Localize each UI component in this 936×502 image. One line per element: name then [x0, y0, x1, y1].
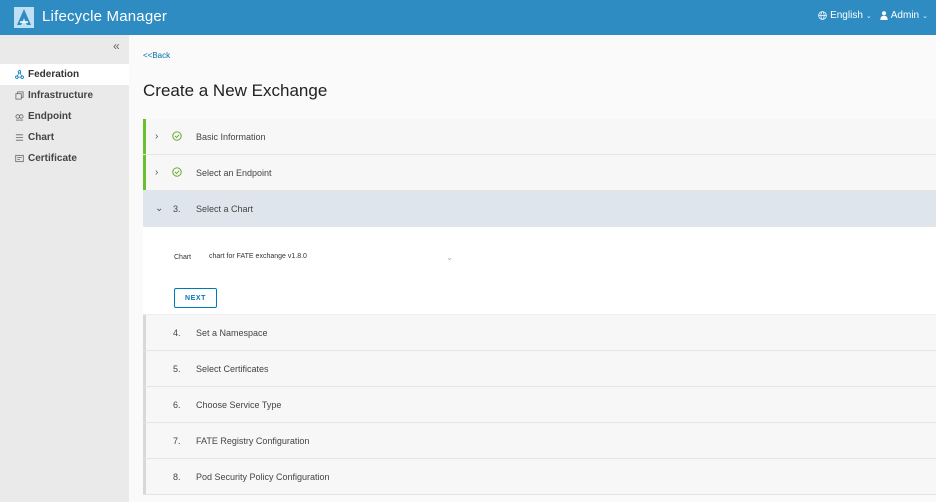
step-label: Choose Service Type — [196, 399, 282, 410]
endpoint-icon — [15, 114, 24, 121]
language-label: English — [830, 10, 863, 21]
step-label: Pod Security Policy Configuration — [196, 471, 330, 482]
chart-field-label: Chart — [174, 254, 192, 261]
sidebar-item-federation[interactable]: Federation — [0, 64, 129, 85]
step-status-bar — [143, 155, 146, 190]
step-select-endpoint[interactable]: › Select an Endpoint — [143, 155, 936, 191]
federation-icon — [15, 70, 24, 79]
app-header: Lifecycle Manager English ⌄ Admin ⌄ — [0, 0, 936, 35]
step-label: Select Certificates — [196, 363, 269, 374]
sidebar-item-label: Certificate — [28, 153, 77, 164]
sidebar: « Federation Infrastructure Endpoint Cha… — [0, 35, 129, 502]
app-title: Lifecycle Manager — [42, 8, 168, 25]
step-label: Basic Information — [196, 131, 266, 142]
chevron-down-icon: ⌄ — [922, 12, 928, 20]
step-fate-registry-configuration[interactable]: 7. FATE Registry Configuration — [143, 423, 936, 459]
certificate-icon — [15, 154, 24, 163]
step-status-bar — [143, 459, 146, 494]
back-link[interactable]: <<Back — [143, 51, 170, 60]
step-status-bar — [143, 351, 146, 386]
step-number: 8. — [173, 471, 181, 482]
sidebar-item-label: Endpoint — [28, 111, 72, 122]
step-status-bar — [143, 119, 146, 154]
sidebar-item-chart[interactable]: Chart — [0, 127, 129, 148]
select-chart-panel: Chart chart for FATE exchange v1.8.0 ⌄ N… — [143, 227, 936, 315]
check-circle-icon — [172, 167, 182, 177]
sidebar-item-label: Infrastructure — [28, 90, 94, 101]
step-number: 7. — [173, 435, 181, 446]
step-number: 5. — [173, 363, 181, 374]
user-menu[interactable]: Admin ⌄ — [880, 10, 928, 21]
step-pod-security-policy[interactable]: 8. Pod Security Policy Configuration — [143, 459, 936, 495]
step-number: 3. — [173, 203, 181, 214]
step-label: FATE Registry Configuration — [196, 435, 310, 446]
step-select-chart[interactable]: ⌄ 3. Select a Chart — [143, 191, 936, 227]
step-label: Select an Endpoint — [196, 167, 272, 178]
infrastructure-icon — [15, 91, 24, 100]
step-status-bar — [143, 387, 146, 422]
next-button[interactable]: NEXT — [174, 288, 217, 308]
chart-icon — [15, 134, 24, 141]
step-label: Set a Namespace — [196, 327, 268, 338]
chevron-down-icon: ⌄ — [446, 253, 453, 262]
step-status-bar — [143, 191, 146, 226]
step-number: 6. — [173, 399, 181, 410]
chevron-right-icon: › — [155, 167, 159, 178]
chevron-right-icon: › — [155, 131, 159, 142]
check-circle-icon — [172, 131, 182, 141]
globe-icon — [818, 11, 827, 20]
step-label: Select a Chart — [196, 203, 254, 214]
user-label: Admin — [890, 10, 920, 21]
sidebar-item-label: Chart — [28, 132, 55, 143]
collapse-sidebar-icon[interactable]: « — [113, 39, 120, 53]
chevron-down-icon: ⌄ — [155, 203, 164, 214]
sidebar-item-infrastructure[interactable]: Infrastructure — [0, 85, 129, 106]
step-basic-information[interactable]: › Basic Information — [143, 119, 936, 155]
step-select-certificates[interactable]: 5. Select Certificates — [143, 351, 936, 387]
sidebar-item-endpoint[interactable]: Endpoint — [0, 106, 129, 127]
chart-select[interactable]: chart for FATE exchange v1.8.0 ⌄ — [209, 253, 453, 265]
sidebar-item-certificate[interactable]: Certificate — [0, 148, 129, 169]
sidebar-nav: Federation Infrastructure Endpoint Chart — [0, 64, 129, 169]
chevron-down-icon: ⌄ — [865, 12, 872, 20]
page-title: Create a New Exchange — [143, 81, 328, 100]
language-menu[interactable]: English ⌄ — [818, 10, 872, 21]
step-set-namespace[interactable]: 4. Set a Namespace — [143, 315, 936, 351]
step-status-bar — [143, 423, 146, 458]
user-icon — [880, 11, 888, 20]
chart-select-value: chart for FATE exchange v1.8.0 — [209, 253, 307, 260]
stepper: › Basic Information › Select an Endpoint… — [143, 119, 936, 495]
app-logo-icon — [14, 7, 34, 28]
step-choose-service-type[interactable]: 6. Choose Service Type — [143, 387, 936, 423]
sidebar-item-label: Federation — [28, 69, 80, 80]
step-number: 4. — [173, 327, 181, 338]
step-status-bar — [143, 315, 146, 350]
